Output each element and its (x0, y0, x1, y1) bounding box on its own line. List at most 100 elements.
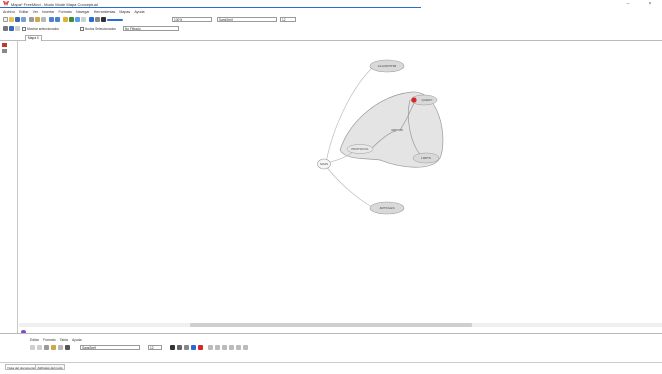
notes-tab-strip: Nota del documento Atributos del nodo (0, 362, 662, 370)
edge-root-bottom (325, 165, 373, 208)
title-bar: Mapa* FreeMind - Modo Mode Mapa Conceptu… (0, 0, 662, 8)
close-button[interactable]: × (642, 0, 658, 8)
menu-ver[interactable]: Ver (33, 9, 38, 15)
notes-size-select[interactable]: 12 (148, 345, 162, 350)
menu-navegar[interactable]: Navegar (76, 9, 90, 15)
mindmap-canvas[interactable]: ALGORITHM MAIN PROTOCOL ARROW QUERY LIMI… (19, 42, 662, 324)
menu-archivo[interactable]: Archivo (3, 9, 15, 15)
redo-icon[interactable] (37, 345, 42, 350)
node-center-label: ARROW (391, 128, 403, 132)
selected-nodes-label: Nodos Seleccionados (85, 26, 116, 31)
bold-icon[interactable] (170, 345, 175, 350)
notes-menu-tabla[interactable]: Tabla (60, 338, 68, 342)
cut-icon[interactable] (44, 345, 49, 350)
copy-icon[interactable] (51, 345, 56, 350)
font-family-select[interactable]: SansSerif (217, 17, 277, 22)
align-center-icon[interactable] (215, 345, 220, 350)
node-color-icon[interactable] (101, 17, 106, 22)
copy-icon[interactable] (35, 17, 40, 22)
node-root-label: MAIN (320, 162, 328, 166)
notes-font-select[interactable]: SansSerif (80, 345, 140, 350)
menu-bar: Archivo Editar Ver Insertar Formato Nave… (0, 9, 662, 15)
left-handle-strip (1, 41, 9, 363)
node-protocol-label: PROTOCOL (351, 147, 369, 151)
table-icon[interactable] (243, 345, 248, 350)
tab-mapa[interactable]: Mapa 0 (25, 35, 42, 41)
link-icon[interactable] (81, 17, 86, 22)
show-selected-checkbox[interactable] (22, 27, 26, 31)
notes-toolbar: SansSerif 12 (30, 344, 650, 351)
minimize-button[interactable]: – (620, 0, 636, 8)
menu-editar[interactable]: Editar (19, 9, 28, 15)
save-as-icon[interactable] (21, 17, 26, 22)
app-logo-icon (3, 1, 9, 6)
node-protocol[interactable]: PROTOCOL (346, 144, 374, 154)
font-size-select[interactable]: 12 (280, 17, 296, 22)
zoom-slider[interactable] (107, 19, 123, 21)
branch-icon[interactable] (69, 17, 74, 22)
highlight-icon[interactable] (198, 345, 203, 350)
node-bottom-label: ARTICLES (379, 206, 394, 210)
menu-herramientas[interactable]: Herramientas (94, 9, 116, 15)
paste-icon[interactable] (41, 17, 46, 22)
open-folder-icon[interactable] (9, 17, 14, 22)
notes-menu-ayuda[interactable]: Ayuda (72, 338, 82, 342)
notes-menu-formato[interactable]: Formato (43, 338, 56, 342)
pencil-icon[interactable] (9, 26, 14, 31)
mindmap-drawing: ALGORITHM MAIN PROTOCOL ARROW QUERY LIMI… (317, 59, 444, 215)
map-tab-strip: Mapa 0 (0, 34, 662, 41)
tab-document-note[interactable]: Nota del documento (5, 364, 38, 370)
horizontal-scrollbar-thumb[interactable] (190, 323, 472, 327)
node-query[interactable]: QUERY (410, 94, 438, 106)
align-right-icon[interactable] (222, 345, 227, 350)
cloud-icon[interactable] (75, 17, 80, 22)
filter-select[interactable]: No Filtrado (123, 26, 179, 31)
zoom-out-icon[interactable] (95, 17, 100, 22)
list-icon[interactable] (229, 345, 234, 350)
indent-icon[interactable] (236, 345, 241, 350)
close-panel-icon[interactable] (2, 43, 7, 47)
title-accent-line (0, 7, 421, 8)
node-limits-label: LIMITS (421, 156, 431, 160)
menu-formato[interactable]: Formato (58, 9, 71, 15)
zoom-select[interactable]: 100% (172, 17, 212, 22)
menu-ayuda[interactable]: Ayuda (134, 9, 144, 15)
node-limits[interactable]: LIMITS (412, 152, 440, 164)
priority-icon (411, 97, 417, 103)
undo-icon[interactable] (49, 17, 54, 22)
notes-menu: Editar Formato Tabla Ayuda (30, 337, 85, 342)
underline-icon[interactable] (184, 345, 189, 350)
filter-toolbar: Mostrar seleccionados Nodos Seleccionado… (0, 25, 662, 33)
menu-insertar[interactable]: Insertar (42, 9, 54, 15)
tab-node-attributes[interactable]: Atributos del nodo (35, 364, 65, 370)
italic-icon[interactable] (177, 345, 182, 350)
paste-icon[interactable] (58, 345, 63, 350)
node-query-label: QUERY (422, 98, 433, 102)
undo-icon[interactable] (30, 345, 35, 350)
node-bottom[interactable]: ARTICLES (369, 201, 405, 215)
funnel-icon[interactable] (15, 26, 20, 31)
panel-menu-icon[interactable] (2, 49, 7, 53)
notes-panel: Editar Formato Tabla Ayuda SansSerif 12 … (0, 333, 662, 374)
menu-mapas[interactable]: Mapas (119, 9, 130, 15)
zoom-in-icon[interactable] (89, 17, 94, 22)
find-icon[interactable] (65, 345, 70, 350)
node-root[interactable]: MAIN (317, 158, 331, 170)
node-top[interactable]: ALGORITHM (369, 59, 405, 73)
notes-menu-editar[interactable]: Editar (30, 338, 39, 342)
node-center[interactable]: ARROW (391, 128, 403, 132)
redo-icon[interactable] (55, 17, 60, 22)
save-icon[interactable] (15, 17, 20, 22)
align-left-icon[interactable] (208, 345, 213, 350)
cut-icon[interactable] (29, 17, 34, 22)
new-map-icon[interactable] (3, 17, 8, 22)
main-toolbar: 100% SansSerif 12 (0, 16, 662, 24)
show-selected-label: Mostrar seleccionados (27, 26, 59, 31)
text-color-icon[interactable] (191, 345, 196, 350)
palette-divider (17, 41, 18, 363)
selected-nodes-checkbox[interactable] (80, 27, 84, 31)
bulb-icon[interactable] (63, 17, 68, 22)
node-top-label: ALGORITHM (378, 64, 397, 68)
icon-palette (10, 41, 26, 363)
filter-icon[interactable] (3, 26, 8, 31)
